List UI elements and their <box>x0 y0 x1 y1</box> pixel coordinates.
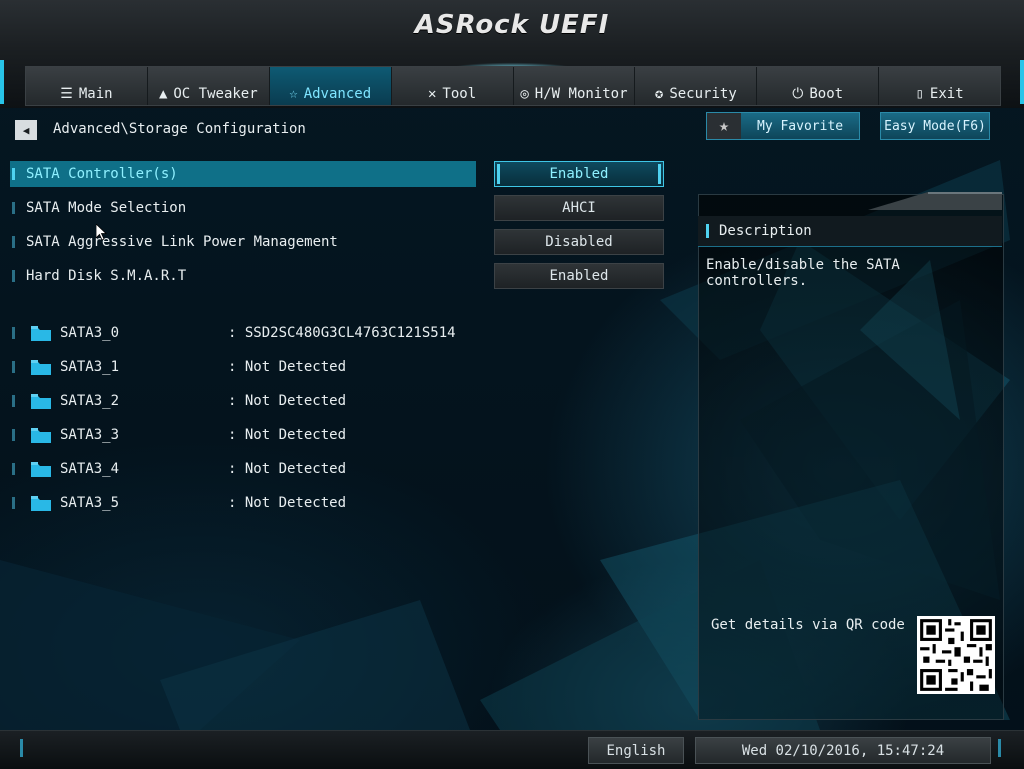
left-accent <box>0 60 4 104</box>
right-accent <box>1020 60 1024 104</box>
datetime-display: Wed 02/10/2016, 15:47:24 <box>695 737 991 764</box>
sata-port-name: SATA3_2 <box>60 393 120 409</box>
row-marker <box>12 270 15 282</box>
sata-port-row[interactable]: SATA3_0 : SSD2SC480G3CL4763C121S514 <box>10 320 456 346</box>
folder-icon <box>31 462 51 477</box>
main-tab-bar: ☰ Main ▲ OC Tweaker ☆ Advanced ✕ Tool ◎ H/W M… <box>25 66 1001 106</box>
sata-port-status: : Not Detected <box>228 427 347 443</box>
option-label: Hard Disk S.M.A.R.T <box>26 268 187 284</box>
tab-exit[interactable]: ▯ Exit <box>879 67 1000 105</box>
folder-icon <box>31 428 51 443</box>
option-sata-mode-selection[interactable]: SATA Mode Selection <box>10 195 476 221</box>
sata-port-row[interactable]: SATA3_2 : Not Detected <box>10 388 346 414</box>
star-icon: ☆ <box>289 86 298 102</box>
tab-boot[interactable]: ⏻ Boot <box>757 67 880 105</box>
qr-label: Get details via QR code <box>711 617 905 633</box>
easy-mode-label: Easy Mode(F6) <box>884 118 986 134</box>
folder-icon <box>31 394 51 409</box>
description-panel-bevel <box>698 192 1002 210</box>
my-favorite-button[interactable]: ★ My Favorite <box>706 112 860 140</box>
favorite-star-icon: ★ <box>707 113 741 139</box>
folder-icon <box>31 496 51 511</box>
tab-hw-monitor[interactable]: ◎ H/W Monitor <box>514 67 636 105</box>
monitor-icon: ◎ <box>520 86 529 102</box>
sata-port-name: SATA3_0 <box>60 325 120 341</box>
list-icon: ☰ <box>60 86 73 102</box>
option-label: SATA Controller(s) <box>26 166 178 182</box>
back-button[interactable]: ◀ <box>15 120 37 140</box>
option-label: SATA Mode Selection <box>26 200 187 216</box>
footer-left-marker <box>20 739 23 757</box>
row-marker <box>12 395 15 407</box>
sata-port-name: SATA3_3 <box>60 427 120 443</box>
row-marker <box>12 463 15 475</box>
language-button[interactable]: English <box>588 737 684 764</box>
sata-controllers-value[interactable]: Enabled <box>494 161 664 187</box>
back-arrow-icon: ◀ <box>22 123 30 137</box>
sata-port-name: SATA3_1 <box>60 359 120 375</box>
tab-advanced[interactable]: ☆ Advanced <box>269 67 392 105</box>
tab-label: Advanced <box>303 86 372 102</box>
sata-port-name: SATA3_4 <box>60 461 120 477</box>
tab-label: H/W Monitor <box>534 86 628 102</box>
row-marker <box>12 361 15 373</box>
asrock-uefi-logo: ASRock UEFI <box>414 10 610 40</box>
shield-icon: ✪ <box>654 86 664 102</box>
sata-port-row[interactable]: SATA3_3 : Not Detected <box>10 422 346 448</box>
folder-icon <box>31 326 51 341</box>
tab-label: Tool <box>442 86 477 102</box>
hard-disk-smart-value[interactable]: Enabled <box>494 263 664 289</box>
option-hard-disk-smart[interactable]: Hard Disk S.M.A.R.T <box>10 263 476 289</box>
footer-right-marker <box>998 739 1001 757</box>
sata-port-status: : Not Detected <box>228 359 347 375</box>
tab-label: Security <box>669 86 737 102</box>
exit-icon: ▯ <box>915 86 924 102</box>
tab-label: Exit <box>929 86 964 102</box>
sata-mode-value[interactable]: AHCI <box>494 195 664 221</box>
tab-label: Boot <box>809 86 844 102</box>
tab-main[interactable]: ☰ Main <box>26 67 148 105</box>
header-marker <box>706 224 709 238</box>
row-marker <box>12 327 15 339</box>
power-icon: ⏻ <box>792 86 804 102</box>
aggressive-link-power-value[interactable]: Disabled <box>494 229 664 255</box>
tab-security[interactable]: ✪ Security <box>635 67 758 105</box>
qr-code <box>917 616 995 694</box>
row-marker <box>12 429 15 441</box>
description-header: Description <box>698 216 1002 247</box>
sata-port-status: : Not Detected <box>228 495 347 511</box>
option-aggressive-link-power[interactable]: SATA Aggressive Link Power Management <box>10 229 476 255</box>
my-favorite-label: My Favorite <box>757 118 844 134</box>
sata-port-status: : Not Detected <box>228 393 347 409</box>
sata-port-name: SATA3_5 <box>60 495 120 511</box>
row-marker <box>12 202 15 214</box>
sata-port-status: : SSD2SC480G3CL4763C121S514 <box>228 325 456 341</box>
tab-oc-tweaker[interactable]: ▲ OC Tweaker <box>148 67 270 105</box>
easy-mode-button[interactable]: Easy Mode(F6) <box>880 112 990 140</box>
row-marker <box>12 168 15 180</box>
tab-tool[interactable]: ✕ Tool <box>392 67 514 105</box>
tools-icon: ✕ <box>427 86 437 102</box>
sata-port-row[interactable]: SATA3_1 : Not Detected <box>10 354 346 380</box>
mouse-cursor-icon <box>96 224 108 241</box>
option-label: SATA Aggressive Link Power Management <box>26 234 338 250</box>
sata-port-row[interactable]: SATA3_4 : Not Detected <box>10 456 346 482</box>
tab-label: OC Tweaker <box>173 86 258 102</box>
rocket-icon: ▲ <box>158 86 168 102</box>
row-marker <box>12 236 15 248</box>
sata-port-row[interactable]: SATA3_5 : Not Detected <box>10 490 346 516</box>
description-text: Enable/disable the SATA controllers. <box>706 257 900 289</box>
description-title: Description <box>719 223 812 239</box>
row-marker <box>12 497 15 509</box>
breadcrumb: Advanced\Storage Configuration <box>53 121 306 137</box>
folder-icon <box>31 360 51 375</box>
sata-port-status: : Not Detected <box>228 461 347 477</box>
option-sata-controllers[interactable]: SATA Controller(s) <box>10 161 476 187</box>
tab-label: Main <box>78 86 113 102</box>
